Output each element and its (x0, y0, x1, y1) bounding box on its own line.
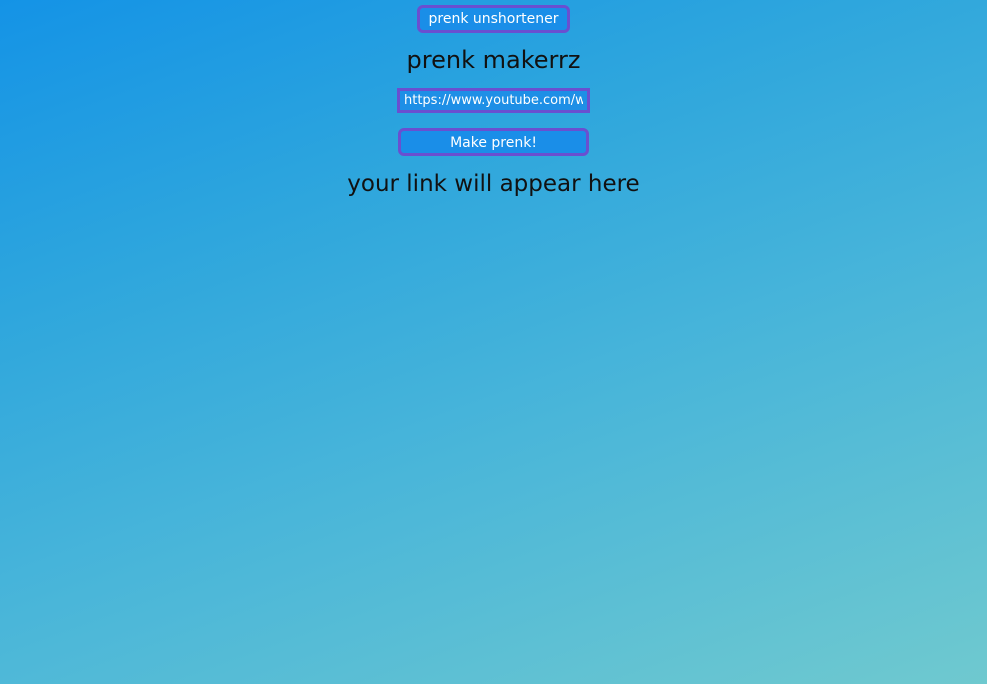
prenk-unshortener-button[interactable]: prenk unshortener (416, 5, 571, 33)
result-link-text: your link will appear here (347, 171, 640, 197)
url-input[interactable] (397, 88, 590, 113)
main-container: prenk unshortener prenk makerrz Make pre… (0, 0, 987, 200)
page-title: prenk makerrz (406, 46, 581, 74)
make-prenk-button[interactable]: Make prenk! (398, 128, 589, 156)
